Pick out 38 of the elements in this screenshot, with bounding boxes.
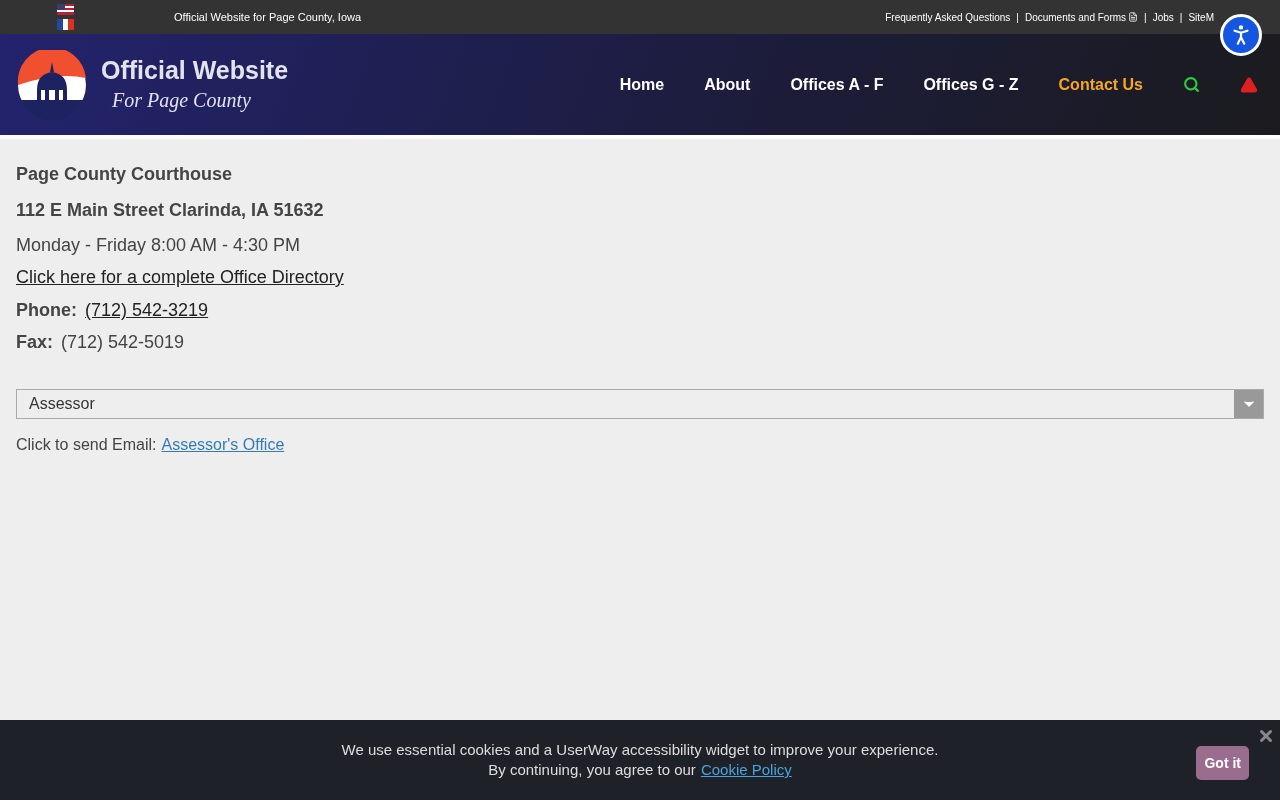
site-tagline: Official Website for Page County, Iowa [174, 9, 362, 25]
close-icon[interactable] [1257, 727, 1275, 745]
top-link[interactable]: Frequently Asked Questions [885, 9, 1011, 25]
cookie-message: We use essential cookies and a UserWay accessibility widget to improve your experience. [341, 740, 939, 760]
phone-label: Phone: [16, 299, 77, 322]
phone-link[interactable]: (712) 542-3219 [85, 295, 209, 325]
separator: | [1144, 10, 1147, 25]
top-link[interactable]: Jobs [1152, 9, 1174, 25]
got-it-button[interactable]: Got it [1196, 746, 1249, 780]
cookie-policy-link[interactable]: Cookie Policy [700, 760, 792, 780]
email-link[interactable]: Assessor's Office [161, 433, 285, 457]
fax-number: (712) 542-5019 [61, 331, 185, 354]
site-subtitle: For Page County [112, 87, 252, 114]
nav-link[interactable]: Contact Us [1058, 72, 1143, 97]
cookie-message: By continuing, you agree to our [488, 760, 696, 780]
alert-icon[interactable] [1240, 75, 1258, 94]
accessibility-button[interactable] [1220, 14, 1262, 56]
office-address: 112 E Main Street Clarinda, IA 51632 [16, 199, 325, 222]
office-hours: Monday - Friday 8:00 AM - 4:30 PM [16, 234, 302, 257]
document-icon [1128, 12, 1139, 22]
courthouse-logo-icon[interactable] [17, 49, 87, 120]
directory-link[interactable]: Click here for a complete Office Directory [16, 259, 344, 295]
nav-link[interactable]: Offices A - F [790, 72, 884, 97]
nav-link[interactable]: About [704, 72, 751, 97]
office-name: Page County Courthouse [16, 163, 233, 186]
flag-icon[interactable] [56, 4, 74, 15]
top-link[interactable]: SiteM [1188, 9, 1214, 25]
nav-link[interactable]: Offices G - Z [923, 72, 1019, 97]
top-link[interactable]: Documents and Forms [1024, 9, 1139, 25]
email-label: Click to send Email: [16, 435, 157, 455]
nav-link[interactable]: Home [619, 72, 665, 97]
flag-icon[interactable] [56, 19, 74, 30]
separator: | [1016, 10, 1019, 25]
office-select[interactable]: Assessor [16, 389, 1264, 419]
search-icon[interactable] [1183, 76, 1200, 93]
fax-label: Fax: [16, 331, 53, 354]
site-title: Official Website [101, 54, 289, 85]
separator: | [1179, 10, 1183, 25]
